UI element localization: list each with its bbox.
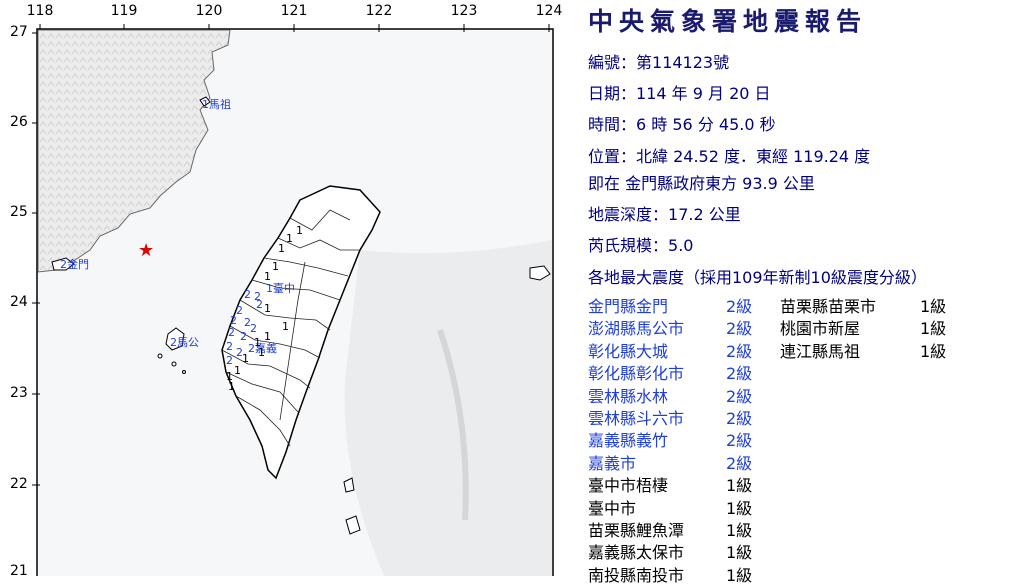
report-title: 中央氣象署地震報告 — [588, 7, 868, 36]
intensity-place: 雲林縣水林 — [588, 386, 669, 406]
intensity-place: 嘉義縣義竹 — [588, 431, 669, 451]
intensity-place: 南投縣南投市 — [588, 565, 685, 585]
intensity-place: 彰化縣彰化市 — [588, 364, 685, 384]
depth-row: 地震深度：17.2 公里 — [588, 201, 741, 225]
station-mark: 1 — [286, 232, 293, 245]
intensity-level: 2級 — [726, 297, 753, 316]
station-mark: 2 — [244, 288, 251, 301]
intensity-level: 2級 — [726, 364, 753, 384]
station-mark: 1 — [228, 380, 235, 393]
intensity-level: 1級 — [920, 341, 947, 361]
station-mark: 1 — [264, 270, 271, 283]
station-mark: 1 — [264, 330, 271, 343]
intensity-level: 1級 — [920, 297, 947, 316]
station-mark: 1 — [264, 302, 271, 315]
intensity-level: 2級 — [726, 453, 753, 473]
intensity-level: 1級 — [920, 319, 947, 339]
date-row: 日期：114 年 9 月 20 日 — [588, 80, 771, 104]
number-value: 第114123號 — [636, 53, 730, 72]
location-label: 位置： — [588, 147, 637, 166]
magnitude-value: 5.0 — [668, 236, 694, 255]
station-mark: 2 — [250, 322, 257, 335]
intensity-place: 苗栗縣鯉魚潭 — [588, 521, 685, 540]
station-mark: 1 — [242, 352, 249, 365]
intensity-level: 1級 — [726, 521, 753, 540]
intensity-place: 嘉義市 — [588, 453, 637, 473]
magnitude-row: 芮氏規模：5.0 — [588, 232, 693, 256]
intensity-place: 嘉義縣太保市 — [588, 543, 685, 563]
time-value: 6 時 56 分 45.0 秒 — [636, 115, 776, 134]
intensity-level: 1級 — [726, 543, 753, 563]
intensity-place: 桃園市新屋 — [780, 319, 861, 339]
depth-value: 17.2 公里 — [668, 205, 741, 224]
place-label-kinmen: 2金門 — [60, 258, 89, 271]
station-mark: 1 — [272, 260, 279, 273]
station-mark: 1 — [296, 224, 303, 237]
intensity-place: 彰化縣大城 — [588, 341, 669, 361]
intensity-place: 澎湖縣馬公市 — [588, 319, 685, 339]
intensity-place: 連江縣馬祖 — [780, 341, 861, 361]
number-row: 編號：第114123號 — [588, 49, 729, 73]
location-sub: 即在 金門縣政府東方 93.9 公里 — [588, 174, 815, 193]
station-mark: 2 — [236, 304, 243, 317]
date-value: 114 年 9 月 20 日 — [636, 84, 771, 103]
place-label-mazu: 1馬祖 — [202, 98, 231, 111]
station-mark: 1 — [278, 242, 285, 255]
time-row: 時間：6 時 56 分 45.0 秒 — [588, 111, 776, 135]
number-label: 編號： — [588, 53, 637, 72]
intensity-level: 1級 — [726, 498, 753, 518]
station-mark: 1 — [282, 320, 289, 333]
station-mark: 2 — [226, 354, 233, 367]
station-mark: 2 — [240, 330, 247, 343]
station-mark: 1 — [258, 346, 265, 359]
intensity-level: 2級 — [726, 341, 753, 361]
intensity-header: 各地最大震度（採用109年新制10級震度分級） — [588, 268, 927, 287]
intensity-place: 臺中市梧棲 — [588, 476, 669, 496]
report-panel: 中央氣象署地震報告 編號：第114123號 日期：114 年 9 月 20 日 … — [588, 0, 1018, 585]
magnitude-label: 芮氏規模： — [588, 236, 669, 255]
station-mark: 1 — [234, 364, 241, 377]
map-panel: 118 119 120 121 122 123 124 27 26 25 24 … — [0, 0, 570, 579]
intensity-level: 2級 — [726, 431, 753, 451]
intensity-place: 雲林縣斗六市 — [588, 409, 685, 428]
depth-label: 地震深度： — [588, 205, 669, 224]
intensity-place: 臺中市 — [588, 498, 637, 518]
time-label: 時間： — [588, 115, 637, 134]
intensity-place: 苗栗縣苗栗市 — [780, 297, 877, 316]
intensity-level: 2級 — [726, 319, 753, 339]
station-mark: 2 — [228, 326, 235, 339]
location-value: 北緯 24.52 度．東經 119.24 度 — [636, 147, 871, 166]
location-row: 位置：北緯 24.52 度．東經 119.24 度 — [588, 143, 870, 167]
intensity-place: 金門縣金門 — [588, 297, 669, 316]
epicenter-star: ★ — [138, 240, 155, 261]
intensity-level: 2級 — [726, 386, 753, 406]
station-mark: 2 — [256, 298, 263, 311]
station-mark: 2 — [226, 340, 233, 353]
place-label-penghu: 2馬公 — [170, 336, 199, 349]
intensity-level: 1級 — [726, 476, 753, 496]
intensity-level: 1級 — [726, 565, 753, 585]
intensity-level: 2級 — [726, 409, 753, 428]
date-label: 日期： — [588, 84, 637, 103]
